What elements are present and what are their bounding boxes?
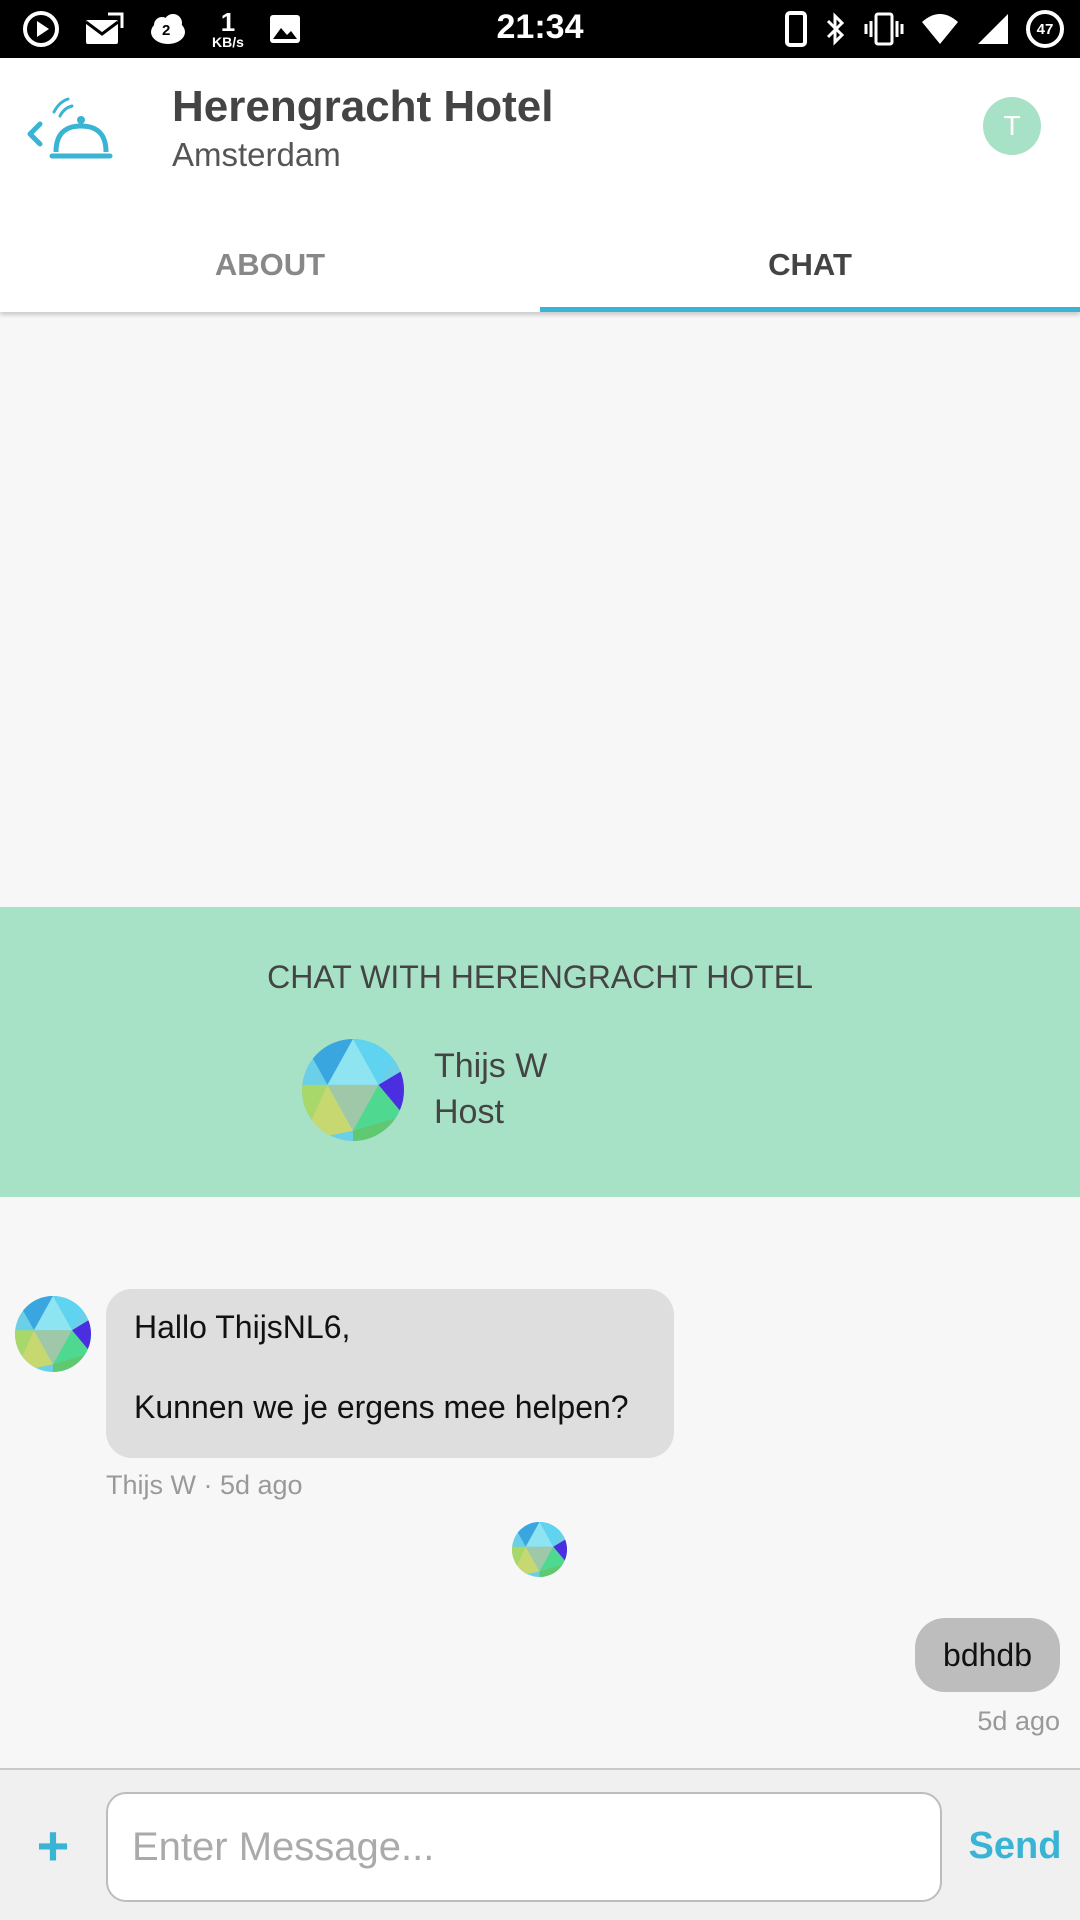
message-bubble-incoming[interactable]: Hallo ThijsNL6, Kunnen we je ergens mee … <box>106 1289 674 1458</box>
bluetooth-icon <box>826 12 845 46</box>
vibrate-icon <box>864 12 904 46</box>
host-name: Thijs W <box>434 1047 548 1085</box>
chat-screen: 2 1 KB/s 21:34 47 Herengracht Hotel Amst… <box>0 0 1080 1920</box>
message-text: bdhdb <box>943 1636 1032 1673</box>
sender-avatar <box>15 1296 91 1372</box>
message-input[interactable] <box>106 1792 942 1902</box>
message-meta: 5d ago <box>977 1706 1060 1736</box>
message-line: Hallo ThijsNL6, <box>134 1309 351 1345</box>
page-subtitle: Amsterdam <box>172 136 341 173</box>
host-avatar <box>302 1039 404 1141</box>
tab-chat[interactable]: CHAT <box>540 218 1080 312</box>
host-role: Host <box>434 1093 504 1131</box>
back-button[interactable] <box>26 94 116 174</box>
message-meta: Thijs W · 5d ago <box>106 1470 303 1500</box>
status-bar-right: 47 <box>768 9 1064 49</box>
attach-button[interactable]: + <box>28 1816 78 1876</box>
battery-icon: 47 <box>1026 10 1064 48</box>
send-button[interactable]: Send <box>960 1806 1070 1886</box>
wifi-icon <box>922 14 958 44</box>
banner-title: CHAT WITH HERENGRACHT HOTEL <box>267 959 813 995</box>
message-line: Kunnen we je ergens mee helpen? <box>134 1389 629 1425</box>
read-receipt-avatar <box>512 1522 567 1577</box>
signal-icon <box>978 14 1008 44</box>
chat-info-banner: CHAT WITH HERENGRACHT HOTEL Thijs W Host <box>0 907 1080 1197</box>
status-bar: 2 1 KB/s 21:34 47 <box>0 0 1080 58</box>
app-header: Herengracht Hotel Amsterdam T ABOUT CHAT <box>0 58 1080 312</box>
battery-level: 47 <box>1036 20 1054 38</box>
tab-about[interactable]: ABOUT <box>0 218 540 312</box>
tab-bar: ABOUT CHAT <box>0 218 1080 312</box>
page-title: Herengracht Hotel <box>172 82 554 131</box>
message-bubble-outgoing[interactable]: bdhdb <box>915 1618 1060 1692</box>
user-avatar[interactable]: T <box>983 97 1041 155</box>
phone-icon <box>785 11 807 47</box>
back-bell-icon <box>27 97 113 159</box>
message-composer: + Send <box>0 1768 1080 1920</box>
user-initial: T <box>1003 110 1021 141</box>
